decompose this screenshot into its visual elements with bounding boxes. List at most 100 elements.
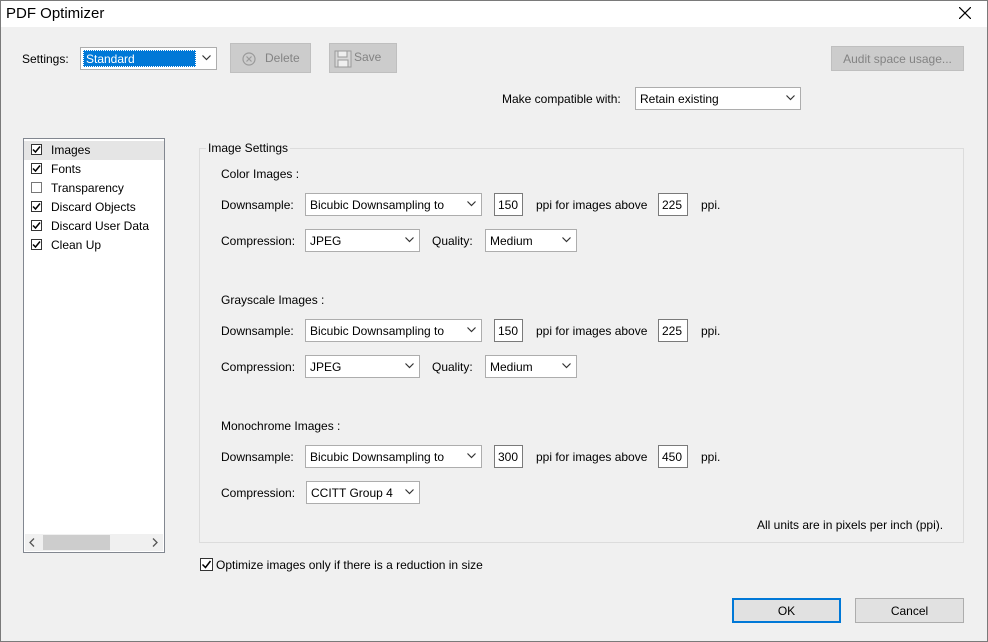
mono-ppi-value: 300 — [498, 450, 519, 464]
mono-ppi-unit: ppi. — [701, 450, 721, 464]
grayscale-downsample-value: Bicubic Downsampling to — [310, 324, 445, 338]
sidebar-item-label: Discard User Data — [51, 219, 150, 233]
grayscale-downsample-dropdown[interactable]: Bicubic Downsampling to — [305, 319, 482, 342]
settings-value: Standard — [86, 52, 135, 66]
sidebar-item-discard-user-data[interactable]: Discard User Data — [24, 217, 164, 236]
color-above-label: ppi for images above — [536, 198, 648, 212]
sidebar-item-label: Transparency — [51, 181, 124, 195]
chevron-down-icon — [558, 356, 576, 377]
sidebar-item-label: Fonts — [51, 162, 82, 176]
checkmark-icon — [32, 222, 41, 230]
optimize-checkbox[interactable] — [200, 558, 213, 571]
grayscale-ppi-input[interactable]: 150 — [494, 319, 523, 342]
checkmark-icon — [201, 560, 212, 569]
settings-dropdown[interactable]: Standard — [80, 47, 217, 70]
settings-label: Settings: — [22, 52, 69, 66]
mono-above-label: ppi for images above — [536, 450, 648, 464]
discard-objects-checkbox[interactable] — [31, 201, 42, 212]
color-compression-dropdown[interactable]: JPEG — [305, 229, 420, 252]
mono-ppi-input[interactable]: 300 — [494, 445, 523, 468]
transparency-checkbox[interactable] — [31, 182, 42, 193]
color-above-input[interactable]: 225 — [658, 193, 688, 216]
discard-user-data-checkbox[interactable] — [31, 220, 42, 231]
color-above-value: 225 — [662, 198, 683, 212]
mono-downsample-label: Downsample: — [221, 450, 294, 464]
color-quality-dropdown[interactable]: Medium — [485, 229, 577, 252]
grayscale-images-heading: Grayscale Images : — [221, 293, 325, 307]
grayscale-downsample-label: Downsample: — [221, 324, 294, 338]
delete-label: Delete — [265, 51, 300, 65]
images-checkbox[interactable] — [31, 144, 42, 155]
sidebar-item-images[interactable]: Images — [24, 141, 164, 160]
sidebar-item-label: Clean Up — [51, 238, 102, 252]
chevron-right-icon[interactable] — [152, 538, 158, 547]
fonts-checkbox[interactable] — [31, 163, 42, 174]
chevron-left-icon[interactable] — [29, 538, 35, 547]
ok-button[interactable]: OK — [732, 598, 841, 623]
checkmark-icon — [32, 241, 41, 249]
sidebar-item-fonts[interactable]: Fonts — [24, 160, 164, 179]
color-ppi-unit: ppi. — [701, 198, 721, 212]
cancel-button[interactable]: Cancel — [855, 598, 964, 623]
category-list: Images Fonts Transparency Discard Object… — [23, 138, 165, 553]
close-button[interactable] — [942, 0, 988, 27]
units-note: All units are in pixels per inch (ppi). — [757, 518, 944, 532]
color-downsample-dropdown[interactable]: Bicubic Downsampling to — [305, 193, 482, 216]
grayscale-quality-value: Medium — [490, 360, 533, 374]
mono-downsample-dropdown[interactable]: Bicubic Downsampling to — [305, 445, 482, 468]
delete-button[interactable]: Delete — [230, 43, 311, 73]
sidebar-item-clean-up[interactable]: Clean Up — [24, 236, 164, 255]
scrollbar-thumb[interactable] — [43, 535, 110, 550]
audit-space-usage-button[interactable]: Audit space usage... — [831, 46, 964, 71]
group-title: Image Settings — [206, 141, 291, 155]
color-ppi-value: 150 — [498, 198, 519, 212]
chevron-down-icon — [558, 230, 576, 251]
color-quality-label: Quality: — [432, 234, 473, 248]
color-quality-value: Medium — [490, 234, 533, 248]
save-label: Save — [354, 50, 382, 64]
grayscale-quality-label: Quality: — [432, 360, 473, 374]
ok-label: OK — [777, 604, 796, 618]
mono-compression-dropdown[interactable]: CCITT Group 4 — [306, 481, 420, 504]
color-downsample-label: Downsample: — [221, 198, 294, 212]
mono-above-value: 450 — [662, 450, 683, 464]
color-ppi-input[interactable]: 150 — [494, 193, 523, 216]
grayscale-ppi-unit: ppi. — [701, 324, 721, 338]
horizontal-scrollbar[interactable] — [25, 534, 163, 551]
close-icon — [959, 7, 971, 19]
chevron-down-icon — [782, 88, 800, 109]
compat-value: Retain existing — [640, 92, 719, 106]
sidebar-item-discard-objects[interactable]: Discard Objects — [24, 198, 164, 217]
grayscale-ppi-value: 150 — [498, 324, 519, 338]
chevron-down-icon — [401, 356, 419, 377]
title-bar: PDF Optimizer — [0, 0, 988, 27]
grayscale-above-input[interactable]: 225 — [658, 319, 688, 342]
grayscale-compression-value: JPEG — [310, 360, 342, 374]
sidebar-item-label: Images — [51, 143, 91, 157]
save-button[interactable]: Save — [329, 43, 397, 73]
grayscale-compression-label: Compression: — [221, 360, 296, 374]
color-compression-label: Compression: — [221, 234, 296, 248]
checkmark-icon — [32, 146, 41, 154]
color-downsample-value: Bicubic Downsampling to — [310, 198, 445, 212]
sidebar-item-label: Discard Objects — [51, 200, 136, 214]
mono-compression-label: Compression: — [221, 486, 296, 500]
mono-images-heading: Monochrome Images : — [221, 419, 341, 433]
window-title: PDF Optimizer — [6, 5, 105, 22]
chevron-down-icon — [198, 48, 216, 69]
audit-label: Audit space usage... — [843, 52, 952, 66]
mono-compression-value: CCITT Group 4 — [311, 486, 393, 500]
clean-up-checkbox[interactable] — [31, 239, 42, 250]
color-images-heading: Color Images : — [221, 167, 300, 181]
optimize-label: Optimize images only if there is a reduc… — [216, 558, 483, 572]
grayscale-quality-dropdown[interactable]: Medium — [485, 355, 577, 378]
sidebar-item-transparency[interactable]: Transparency — [24, 179, 164, 198]
cancel-label: Cancel — [890, 604, 929, 618]
grayscale-above-value: 225 — [662, 324, 683, 338]
compat-dropdown[interactable]: Retain existing — [635, 87, 801, 110]
checkmark-icon — [32, 165, 41, 173]
chevron-down-icon — [401, 230, 419, 251]
chevron-down-icon — [463, 194, 481, 215]
grayscale-compression-dropdown[interactable]: JPEG — [305, 355, 420, 378]
mono-above-input[interactable]: 450 — [658, 445, 688, 468]
